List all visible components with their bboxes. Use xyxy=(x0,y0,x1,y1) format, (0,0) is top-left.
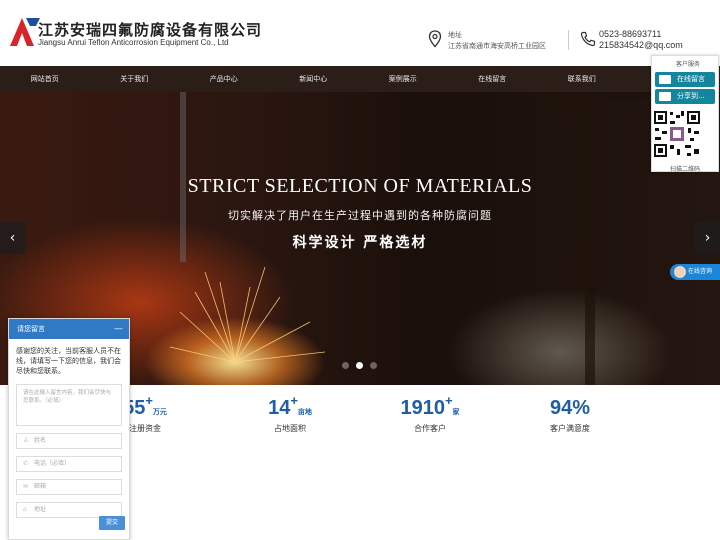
stat-plus: + xyxy=(290,393,298,408)
nav-item-news[interactable]: 新闻中心 xyxy=(269,66,359,92)
stat-label: 客户满意度 xyxy=(550,424,590,433)
stat-clients: 1910+家 合作客户 xyxy=(375,393,485,434)
customer-service-title: 客户服务 xyxy=(676,61,701,68)
message-widget-title: 请您留言 xyxy=(17,325,45,333)
envelope-icon xyxy=(659,75,671,84)
nav-item-products[interactable]: 产品中心 xyxy=(179,66,269,92)
email-address: 215834542@qq.com xyxy=(599,40,683,50)
address-placeholder: 地址 xyxy=(34,506,47,513)
header-divider xyxy=(568,30,569,50)
phone-placeholder: 电话（必填） xyxy=(34,460,71,467)
stat-unit: 万元 xyxy=(152,409,167,416)
stat-value: 94% xyxy=(549,397,591,419)
nav-item-cases[interactable]: 案例展示 xyxy=(358,66,448,92)
company-logo[interactable] xyxy=(10,18,40,46)
main-nav: 网站首页 关于我们 产品中心 新闻中心 案例展示 在线留言 联系我们 xyxy=(0,66,720,92)
email-field[interactable]: ✉ 邮箱 xyxy=(16,479,122,495)
banner-dot[interactable] xyxy=(370,362,377,369)
user-icon: ♙ xyxy=(23,437,29,444)
share-button[interactable]: 分享到... xyxy=(655,89,715,104)
qr-code-image xyxy=(652,109,702,159)
share-icon xyxy=(659,92,671,101)
stat-unit: 家 xyxy=(452,409,460,416)
name-placeholder: 姓名 xyxy=(34,437,47,444)
location-pin-icon xyxy=(428,30,442,48)
stat-plus: + xyxy=(145,393,153,408)
nav-item-message[interactable]: 在线留言 xyxy=(448,66,538,92)
nav-item-home[interactable]: 网站首页 xyxy=(0,66,90,92)
name-field[interactable]: ♙ 姓名 xyxy=(16,433,122,449)
online-consult-tab[interactable]: 在线咨询 xyxy=(670,264,720,280)
stat-floor-area: 14+亩地 占地面积 xyxy=(235,393,345,434)
online-consult-label: 在线咨询 xyxy=(688,268,713,275)
address-text: 江苏省南通市海安高桥工业园区 xyxy=(448,42,546,50)
company-name-cn: 江苏安瑞四氟防腐设备有限公司 xyxy=(38,21,263,39)
share-label: 分享到... xyxy=(677,92,705,100)
minimize-button[interactable]: — xyxy=(114,319,123,339)
message-textarea[interactable]: 请在此输入留言内容，我们会尽快与您联系。（必填） xyxy=(16,384,122,426)
company-name-en: Jiangsu Anrui Teflon Anticorrosion Equip… xyxy=(38,38,229,47)
banner-pagination xyxy=(342,362,377,369)
message-widget-header: 请您留言 — xyxy=(9,319,129,339)
banner-next-button[interactable]: › xyxy=(695,222,720,254)
nav-item-contact[interactable]: 联系我们 xyxy=(537,66,627,92)
online-message-label: 在线留言 xyxy=(677,75,705,83)
phone-icon xyxy=(580,31,596,47)
home-icon: ⌂ xyxy=(23,506,27,513)
qr-caption: 扫描二维码 xyxy=(669,166,700,173)
banner-subtitle: 切实解决了用户在生产过程中遇到的各种防腐问题 xyxy=(228,209,492,222)
sparks-graphic xyxy=(169,266,326,363)
banner-title: STRICT SELECTION OF MATERIALS xyxy=(187,175,533,197)
phone-number: 0523-88693711 xyxy=(599,29,662,39)
mail-icon: ✉ xyxy=(23,483,29,490)
banner-dot-active[interactable] xyxy=(356,362,363,369)
stat-plus: + xyxy=(444,393,453,408)
stat-label: 占地面积 xyxy=(274,424,306,433)
phone-icon: ✆ xyxy=(23,460,29,467)
submit-button[interactable]: 提交 xyxy=(99,516,125,530)
agent-avatar-icon xyxy=(674,266,686,278)
stat-unit: 亩地 xyxy=(297,409,312,416)
online-message-button[interactable]: 在线留言 xyxy=(655,72,715,87)
phone-field[interactable]: ✆ 电话（必填） xyxy=(16,456,122,472)
nav-item-about[interactable]: 关于我们 xyxy=(90,66,180,92)
offline-notice: 感谢您的关注，当前客服人员不在线，请填写一下您的信息，我们会尽快和您联系。 xyxy=(16,347,121,375)
stat-satisfaction: 94% 客户满意度 xyxy=(515,397,625,434)
message-widget: 请您留言 — 感谢您的关注，当前客服人员不在线，请填写一下您的信息，我们会尽快和… xyxy=(8,318,130,540)
email-placeholder: 邮箱 xyxy=(34,483,47,490)
address-label: 地址 xyxy=(448,31,462,39)
banner-dot[interactable] xyxy=(342,362,349,369)
stat-value: 14 xyxy=(268,397,291,419)
banner-tagline: 科学设计 严格选材 xyxy=(292,235,428,251)
stat-value: 1910 xyxy=(400,397,445,419)
customer-service-panel: 客户服务 在线留言 分享到... 扫描二维码 xyxy=(651,55,719,173)
banner-prev-button[interactable]: ‹ xyxy=(0,222,25,254)
site-header: 江苏安瑞四氟防腐设备有限公司 Jiangsu Anrui Teflon Anti… xyxy=(0,0,720,66)
stat-label: 合作客户 xyxy=(414,424,446,433)
